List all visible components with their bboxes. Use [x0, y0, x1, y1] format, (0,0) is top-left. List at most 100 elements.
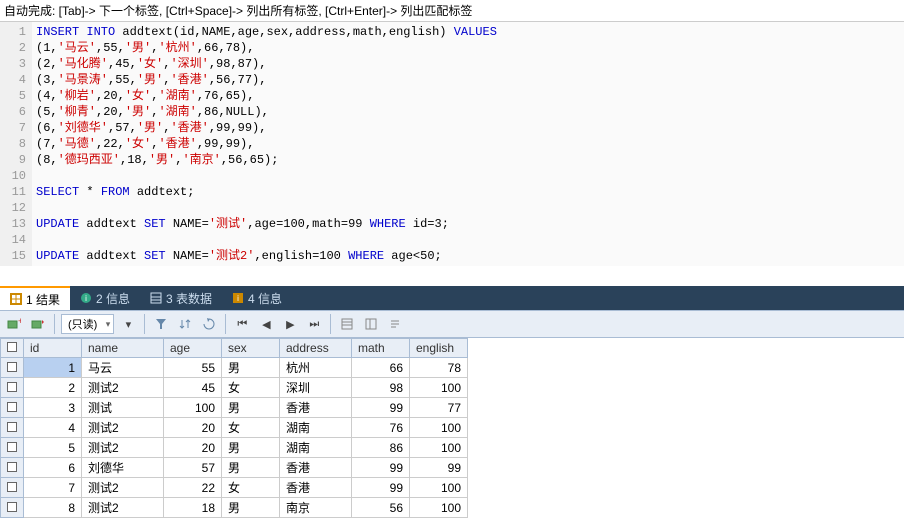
cell-name[interactable]: 测试2	[82, 438, 164, 458]
code-line[interactable]	[36, 232, 900, 248]
cell-math[interactable]: 99	[352, 458, 410, 478]
cell-name[interactable]: 测试2	[82, 498, 164, 518]
col-header-math[interactable]: math	[352, 339, 410, 358]
cell-name[interactable]: 测试2	[82, 478, 164, 498]
row-checkbox[interactable]	[1, 498, 24, 518]
cell-address[interactable]: 湖南	[280, 418, 352, 438]
cell-sex[interactable]: 女	[222, 418, 280, 438]
cell-name[interactable]: 测试	[82, 398, 164, 418]
row-checkbox[interactable]	[1, 478, 24, 498]
cell-english[interactable]: 100	[410, 478, 468, 498]
text-view-button[interactable]	[385, 314, 405, 334]
cell-id[interactable]: 7	[24, 478, 82, 498]
cell-english[interactable]: 100	[410, 498, 468, 518]
code-line[interactable]: (2,'马化腾',45,'女','深圳',98,87),	[36, 56, 900, 72]
cell-age[interactable]: 55	[164, 358, 222, 378]
refresh-button[interactable]	[199, 314, 219, 334]
cell-age[interactable]: 18	[164, 498, 222, 518]
code-line[interactable]: (7,'马德',22,'女','香港',99,99),	[36, 136, 900, 152]
cell-id[interactable]: 2	[24, 378, 82, 398]
cell-id[interactable]: 3	[24, 398, 82, 418]
row-checkbox[interactable]	[1, 358, 24, 378]
table-row[interactable]: 3测试100男香港9977	[1, 398, 468, 418]
cell-age[interactable]: 45	[164, 378, 222, 398]
cell-sex[interactable]: 男	[222, 358, 280, 378]
cell-english[interactable]: 100	[410, 418, 468, 438]
export-button[interactable]	[28, 314, 48, 334]
cell-sex[interactable]: 女	[222, 378, 280, 398]
cell-math[interactable]: 86	[352, 438, 410, 458]
cell-address[interactable]: 湖南	[280, 438, 352, 458]
filter-button[interactable]	[151, 314, 171, 334]
cell-english[interactable]: 100	[410, 378, 468, 398]
readonly-dropdown[interactable]: (只读)	[61, 314, 114, 334]
add-row-button[interactable]: +	[4, 314, 24, 334]
cell-sex[interactable]: 女	[222, 478, 280, 498]
col-header-name[interactable]: name	[82, 339, 164, 358]
dropdown-arrow[interactable]: ▾	[118, 314, 138, 334]
cell-age[interactable]: 57	[164, 458, 222, 478]
row-checkbox[interactable]	[1, 418, 24, 438]
cell-age[interactable]: 20	[164, 418, 222, 438]
cell-sex[interactable]: 男	[222, 398, 280, 418]
cell-age[interactable]: 100	[164, 398, 222, 418]
code-line[interactable]	[36, 168, 900, 184]
cell-math[interactable]: 99	[352, 398, 410, 418]
cell-english[interactable]: 77	[410, 398, 468, 418]
tab-info-2[interactable]: i 4 信息	[222, 286, 292, 310]
cell-math[interactable]: 99	[352, 478, 410, 498]
cell-name[interactable]: 马云	[82, 358, 164, 378]
cell-math[interactable]: 56	[352, 498, 410, 518]
table-row[interactable]: 4测试220女湖南76100	[1, 418, 468, 438]
cell-age[interactable]: 22	[164, 478, 222, 498]
cell-english[interactable]: 78	[410, 358, 468, 378]
sql-editor[interactable]: 123456789101112131415 INSERT INTO addtex…	[0, 22, 904, 266]
col-header-id[interactable]: id	[24, 339, 82, 358]
code-line[interactable]: (8,'德玛西亚',18,'男','南京',56,65);	[36, 152, 900, 168]
row-checkbox[interactable]	[1, 378, 24, 398]
code-line[interactable]: (3,'马景涛',55,'男','香港',56,77),	[36, 72, 900, 88]
table-row[interactable]: 2测试245女深圳98100	[1, 378, 468, 398]
code-line[interactable]: UPDATE addtext SET NAME='测试2',english=10…	[36, 248, 900, 264]
first-button[interactable]: ⏮	[232, 314, 252, 334]
table-row[interactable]: 7测试222女香港99100	[1, 478, 468, 498]
cell-id[interactable]: 5	[24, 438, 82, 458]
row-checkbox[interactable]	[1, 438, 24, 458]
code-line[interactable]: INSERT INTO addtext(id,NAME,age,sex,addr…	[36, 24, 900, 40]
code-line[interactable]: UPDATE addtext SET NAME='测试',age=100,mat…	[36, 216, 900, 232]
cell-id[interactable]: 6	[24, 458, 82, 478]
table-row[interactable]: 1马云55男杭州6678	[1, 358, 468, 378]
cell-id[interactable]: 1	[24, 358, 82, 378]
table-row[interactable]: 5测试220男湖南86100	[1, 438, 468, 458]
last-button[interactable]: ⏭	[304, 314, 324, 334]
cell-name[interactable]: 测试2	[82, 418, 164, 438]
cell-address[interactable]: 杭州	[280, 358, 352, 378]
cell-name[interactable]: 刘德华	[82, 458, 164, 478]
cell-address[interactable]: 香港	[280, 478, 352, 498]
cell-math[interactable]: 76	[352, 418, 410, 438]
cell-math[interactable]: 66	[352, 358, 410, 378]
cell-english[interactable]: 99	[410, 458, 468, 478]
select-all-checkbox[interactable]	[1, 339, 24, 358]
col-header-english[interactable]: english	[410, 339, 468, 358]
code-line[interactable]: SELECT * FROM addtext;	[36, 184, 900, 200]
cell-address[interactable]: 深圳	[280, 378, 352, 398]
cell-math[interactable]: 98	[352, 378, 410, 398]
cell-english[interactable]: 100	[410, 438, 468, 458]
tab-table-data[interactable]: 3 表数据	[140, 286, 222, 310]
next-button[interactable]: ▶	[280, 314, 300, 334]
cell-address[interactable]: 南京	[280, 498, 352, 518]
cell-name[interactable]: 测试2	[82, 378, 164, 398]
col-header-sex[interactable]: sex	[222, 339, 280, 358]
cell-sex[interactable]: 男	[222, 438, 280, 458]
code-line[interactable]: (1,'马云',55,'男','杭州',66,78),	[36, 40, 900, 56]
sort-button[interactable]	[175, 314, 195, 334]
code-area[interactable]: INSERT INTO addtext(id,NAME,age,sex,addr…	[32, 22, 904, 266]
table-row[interactable]: 6刘德华57男香港9999	[1, 458, 468, 478]
table-row[interactable]: 8测试218男南京56100	[1, 498, 468, 518]
row-checkbox[interactable]	[1, 398, 24, 418]
results-grid[interactable]: id name age sex address math english 1马云…	[0, 338, 904, 518]
form-view-button[interactable]	[361, 314, 381, 334]
cell-id[interactable]: 8	[24, 498, 82, 518]
code-line[interactable]	[36, 200, 900, 216]
